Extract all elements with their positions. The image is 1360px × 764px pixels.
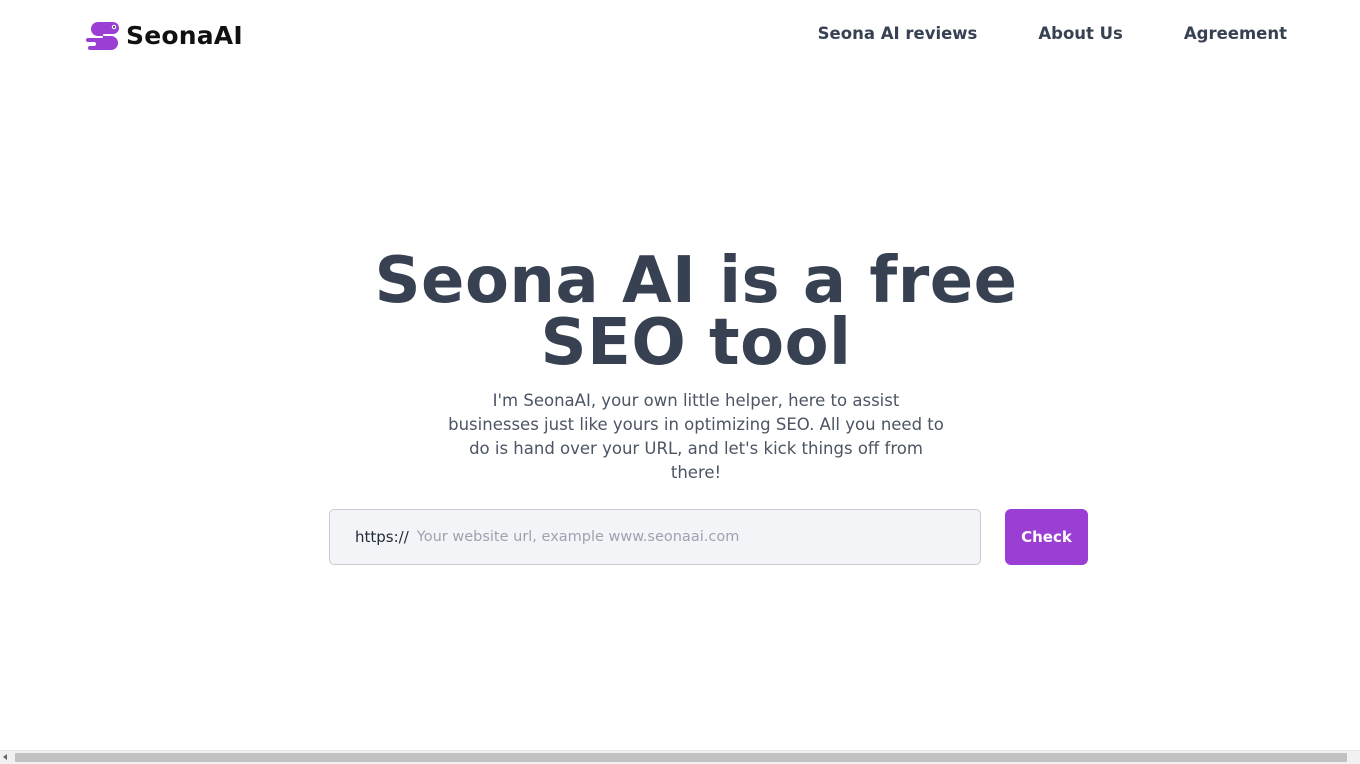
hero-subtitle: I'm SeonaAI, your own little helper, her… — [448, 391, 944, 482]
url-prefix: https:// — [355, 528, 409, 546]
logo-link[interactable]: SeonaAI — [84, 20, 243, 50]
scrollbar-thumb[interactable] — [15, 753, 1347, 762]
site-header: SeonaAI Seona AI reviews About Us Agreem… — [0, 0, 1360, 70]
snake-mascot-icon — [86, 22, 119, 50]
nav-link-seona-ai-reviews[interactable]: Seona AI reviews — [818, 24, 978, 43]
nav-link-about-us[interactable]: About Us — [1038, 24, 1123, 43]
check-button[interactable]: Check — [1005, 509, 1088, 565]
main-nav: Seona AI reviews About Us Agreement — [757, 24, 1287, 43]
nav-link-agreement[interactable]: Agreement — [1184, 24, 1287, 43]
horizontal-scrollbar[interactable] — [0, 750, 1360, 764]
hero-section: Seona AI is a free SEO tool — [0, 244, 1360, 380]
logo-text: SeonaAI — [126, 20, 243, 50]
hero-title: Seona AI is a free SEO tool — [374, 244, 1018, 380]
website-url-input[interactable] — [416, 510, 980, 564]
scroll-left-arrow-icon[interactable] — [3, 754, 7, 760]
url-search-box: https:// — [329, 509, 981, 565]
